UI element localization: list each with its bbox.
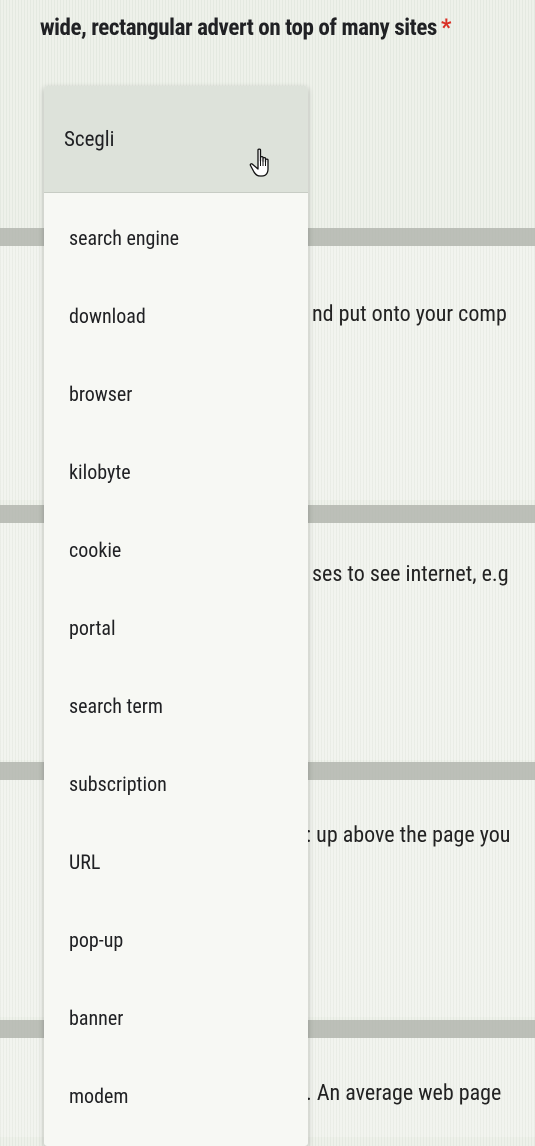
question-text-fragment-1: nd put onto your comp xyxy=(312,302,507,327)
dropdown-option[interactable]: pop-up xyxy=(44,895,308,973)
dropdown-option-label: kilobyte xyxy=(69,460,131,484)
dropdown-option[interactable]: kilobyte xyxy=(44,427,308,505)
dropdown-option-label: pop-up xyxy=(69,928,124,952)
dropdown-option[interactable]: cookie xyxy=(44,505,308,583)
dropdown-option-label: browser xyxy=(69,382,133,406)
dropdown-option[interactable]: banner xyxy=(44,973,308,1051)
question-text-fragment-2: ses to see internet, e.g xyxy=(312,562,509,587)
dropdown-options-list: search engine download browser kilobyte … xyxy=(44,193,308,1129)
required-mark: * xyxy=(440,14,452,41)
dropdown-option-label: modem xyxy=(69,1084,129,1108)
dropdown-option-label: banner xyxy=(69,1006,124,1030)
dropdown-option-label: cookie xyxy=(69,538,122,562)
dropdown-placeholder-label: Scegli xyxy=(64,128,115,152)
dropdown-option[interactable]: subscription xyxy=(44,739,308,817)
dropdown-option-label: subscription xyxy=(69,772,167,796)
dropdown-option[interactable]: search engine xyxy=(44,193,308,271)
dropdown-option[interactable]: download xyxy=(44,271,308,349)
dropdown-placeholder-option[interactable]: Scegli xyxy=(44,86,308,193)
dropdown-option-label: portal xyxy=(69,616,116,640)
hand-pointer-icon xyxy=(249,148,269,177)
dropdown-option[interactable]: URL xyxy=(44,817,308,895)
dropdown-option-label: URL xyxy=(69,850,101,874)
dropdown-option[interactable]: portal xyxy=(44,583,308,661)
question-text: wide, rectangular advert on top of many … xyxy=(40,14,437,41)
question-text-fragment-3: : up above the page you xyxy=(306,823,511,848)
dropdown-option[interactable]: search term xyxy=(44,661,308,739)
question-title: wide, rectangular advert on top of many … xyxy=(40,14,451,41)
answer-dropdown[interactable]: Scegli search engine download browser ki… xyxy=(44,86,308,1146)
question-text-fragment-4: . An average web page xyxy=(306,1081,502,1106)
dropdown-option-label: download xyxy=(69,304,146,328)
dropdown-option[interactable]: browser xyxy=(44,349,308,427)
dropdown-option-label: search term xyxy=(69,694,163,718)
dropdown-option[interactable]: modem xyxy=(44,1051,308,1129)
dropdown-option-label: search engine xyxy=(69,226,180,250)
